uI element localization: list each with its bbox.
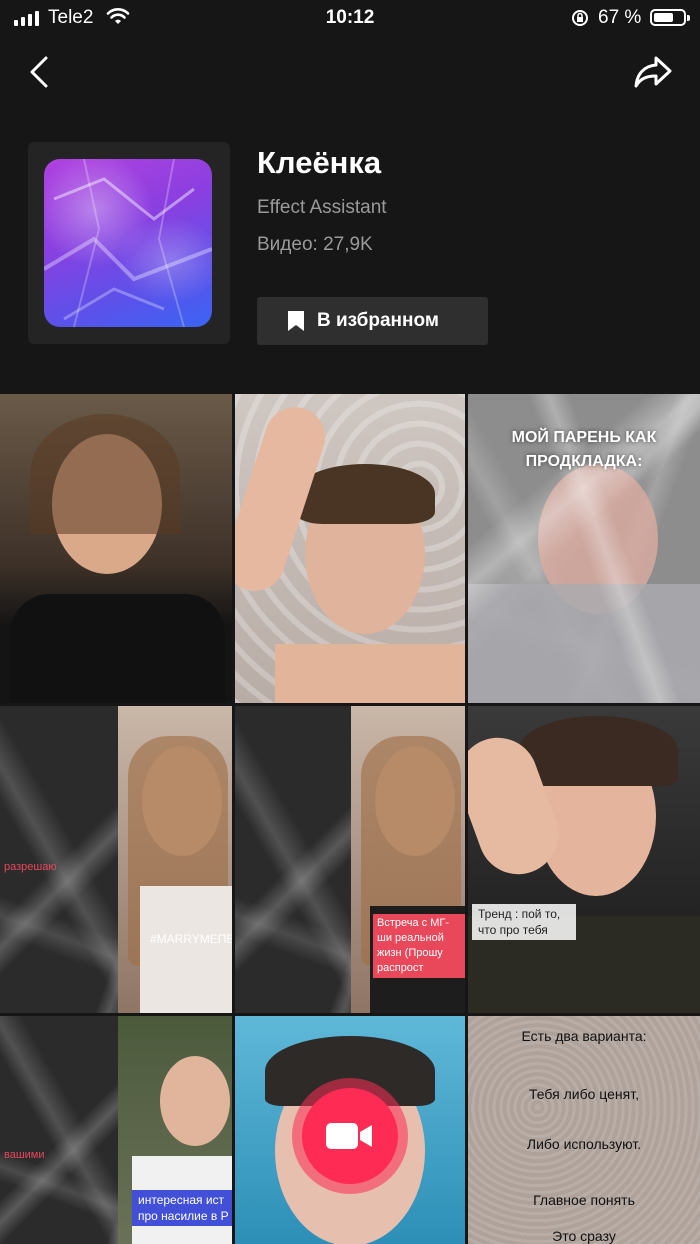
favorite-button[interactable]: В избранном <box>257 297 488 345</box>
video-caption: Тренд : пой то, что про тебя <box>472 904 576 940</box>
back-button[interactable] <box>24 52 56 92</box>
share-arrow-icon <box>634 56 672 88</box>
video-caption-line: Это сразу <box>552 1228 616 1244</box>
battery-percent: 67 % <box>598 7 642 28</box>
video-caption: МОЙ ПАРЕНЬ КАК ПРОДКЛАДКА: <box>511 429 657 470</box>
chevron-left-icon <box>30 56 48 88</box>
battery-icon <box>650 9 690 26</box>
video-tile[interactable]: МОЙ ПАРЕНЬ КАК ПРОДКЛАДКА: <box>468 394 700 703</box>
video-tile[interactable] <box>0 394 232 703</box>
video-caption-secondary: интересная ист про насилие в Р <box>132 1190 232 1226</box>
video-tile[interactable]: разрешаю #MARRYMEПЕ <box>0 706 232 1013</box>
video-tile[interactable]: вашими интересная ист про насилие в Р <box>0 1016 232 1244</box>
orientation-lock-icon <box>570 8 590 33</box>
record-button-inner <box>302 1088 398 1184</box>
video-tile[interactable]: Тренд : пой то, что про тебя <box>468 706 700 1013</box>
video-caption: Встреча с МГ-ши реальной жизн (Прошу рас… <box>373 914 465 978</box>
video-count: Видео: 27,9K <box>257 234 373 255</box>
video-caption-line: Либо используют. <box>526 1136 642 1152</box>
effect-author[interactable]: Effect Assistant <box>257 197 387 219</box>
video-caption-line: Есть два варианта: <box>521 1028 647 1044</box>
record-video-button[interactable] <box>292 1078 408 1194</box>
video-caption-line: Главное понять <box>533 1192 635 1208</box>
effect-thumbnail-card <box>28 142 230 344</box>
video-hashtag: #MARRYMEПЕ <box>150 932 232 946</box>
video-camera-icon <box>326 1123 372 1149</box>
video-caption-line: Тебя либо ценят, <box>529 1086 639 1102</box>
clock: 10:12 <box>325 7 375 28</box>
effect-title: Клеёнка <box>257 145 382 180</box>
video-caption: разрешаю <box>4 861 57 873</box>
video-tile[interactable]: Встреча с МГ-ши реальной жизн (Прошу рас… <box>235 706 465 1013</box>
status-bar: Tele2 10:12 67 % <box>0 0 700 40</box>
effect-thumbnail <box>44 159 212 327</box>
video-caption: вашими <box>4 1149 45 1161</box>
video-tile[interactable] <box>235 394 465 703</box>
bookmark-icon <box>288 311 304 331</box>
favorite-label: В избранном <box>317 310 439 331</box>
share-button[interactable] <box>632 52 674 92</box>
video-tile[interactable]: Есть два варианта: Тебя либо ценят, Либо… <box>468 1016 700 1244</box>
